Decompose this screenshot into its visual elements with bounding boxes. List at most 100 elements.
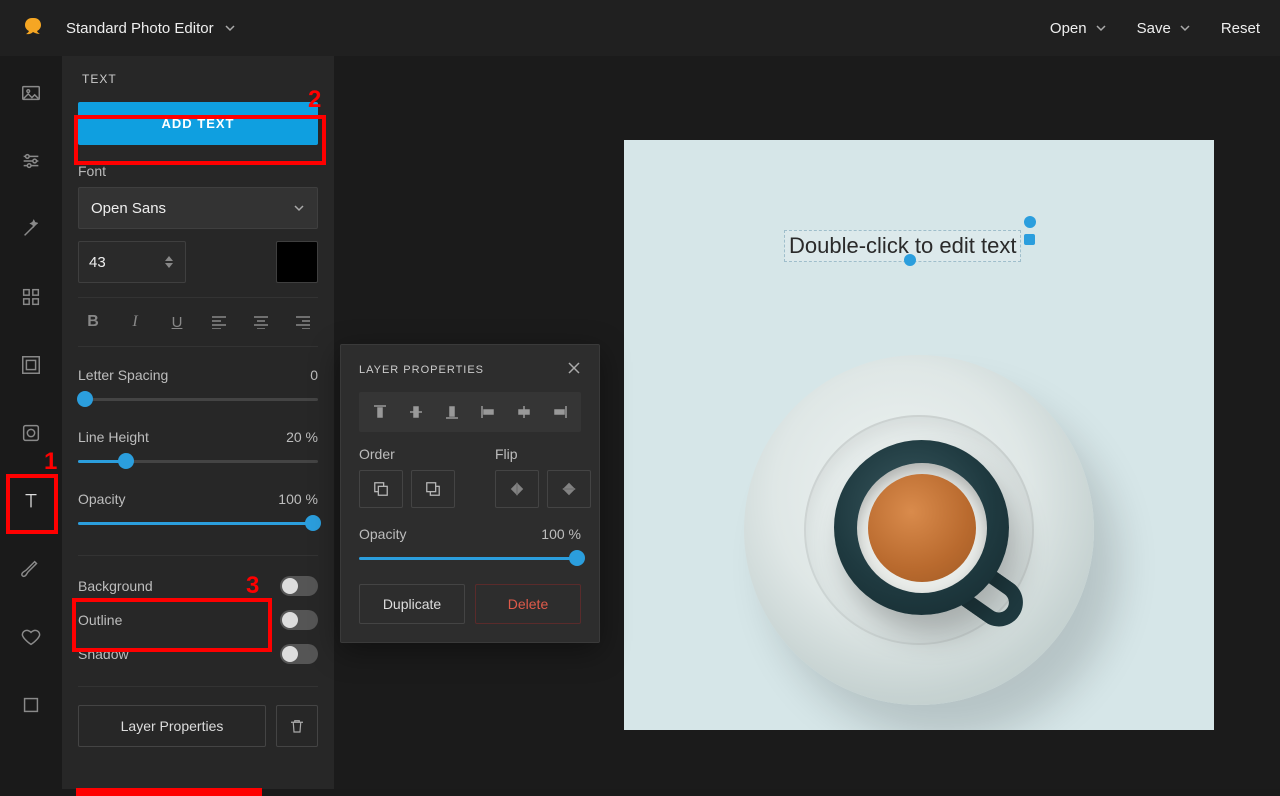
save-menu[interactable]: Save — [1137, 20, 1191, 37]
canvas[interactable]: Double-click to edit text — [624, 140, 1214, 730]
italic-button[interactable]: I — [120, 310, 150, 334]
trash-icon — [288, 717, 306, 735]
tool-overlay[interactable] — [12, 414, 50, 452]
tool-image[interactable] — [12, 74, 50, 112]
app-title-dropdown[interactable]: Standard Photo Editor — [66, 20, 236, 37]
shadow-label: Shadow — [78, 646, 129, 662]
overlay-icon — [20, 422, 42, 444]
reset-button[interactable]: Reset — [1221, 20, 1260, 37]
delete-button[interactable]: Delete — [475, 584, 581, 624]
heart-icon — [20, 626, 42, 648]
tool-favorites[interactable] — [12, 618, 50, 656]
reset-label: Reset — [1221, 20, 1260, 37]
annotation-box-3-final — [76, 788, 262, 796]
tool-draw[interactable] — [12, 550, 50, 588]
align-right-icon — [295, 315, 311, 329]
align-top-button[interactable] — [369, 402, 391, 422]
tool-frame[interactable] — [12, 346, 50, 384]
letter-spacing-slider[interactable] — [78, 389, 318, 409]
order-label: Order — [359, 446, 455, 462]
bold-button[interactable]: B — [78, 310, 108, 334]
align-left-button[interactable] — [204, 310, 234, 334]
flip-label: Flip — [495, 446, 591, 462]
align-left-icon — [211, 315, 227, 329]
align-row — [359, 392, 581, 432]
save-label: Save — [1137, 20, 1171, 37]
brush-icon — [20, 558, 42, 580]
open-menu[interactable]: Open — [1050, 20, 1107, 37]
align-vcenter-button[interactable] — [405, 402, 427, 422]
flip-vertical-button[interactable] — [547, 470, 591, 508]
stepper-icon — [165, 248, 179, 276]
image-icon — [20, 82, 42, 104]
layer-properties-heading: LAYER PROPERTIES — [359, 364, 484, 376]
delete-layer-button[interactable] — [276, 705, 318, 747]
tool-elements[interactable] — [12, 278, 50, 316]
outline-toggle[interactable] — [280, 610, 318, 630]
align-center-button[interactable] — [246, 310, 276, 334]
tool-layers[interactable] — [12, 686, 50, 724]
order-back-button[interactable] — [359, 470, 403, 508]
color-swatch[interactable] — [276, 241, 318, 283]
text-layer[interactable]: Double-click to edit text — [784, 230, 1021, 262]
background-toggle[interactable] — [280, 576, 318, 596]
tool-text[interactable] — [12, 482, 50, 520]
layer-opacity-label: Opacity — [359, 526, 406, 542]
shadow-toggle[interactable] — [280, 644, 318, 664]
chevron-down-icon — [1179, 22, 1191, 34]
tool-adjust[interactable] — [12, 142, 50, 180]
outline-label: Outline — [78, 612, 122, 628]
opacity-value: 100 % — [278, 491, 318, 507]
letter-spacing-label: Letter Spacing — [78, 367, 168, 383]
flip-v-icon — [561, 481, 577, 497]
anchor-handle-icon[interactable] — [904, 254, 916, 266]
align-hcenter-button[interactable] — [513, 402, 535, 422]
chevron-down-icon — [224, 22, 236, 34]
panel-heading: TEXT — [62, 56, 334, 96]
app-title-text: Standard Photo Editor — [66, 20, 214, 37]
left-tool-rail — [0, 56, 62, 789]
resize-handle-icon[interactable] — [1024, 234, 1035, 245]
font-size-value: 43 — [89, 254, 106, 271]
flip-horizontal-button[interactable] — [495, 470, 539, 508]
close-button[interactable] — [567, 361, 581, 378]
align-left-layer-button[interactable] — [477, 402, 499, 422]
letter-spacing-value: 0 — [310, 367, 318, 383]
frame-icon — [20, 354, 42, 376]
align-bottom-button[interactable] — [441, 402, 463, 422]
chevron-down-icon — [293, 202, 305, 214]
line-height-label: Line Height — [78, 429, 149, 445]
chevron-down-icon — [1095, 22, 1107, 34]
background-label: Background — [78, 578, 153, 594]
image-cup — [834, 440, 1009, 615]
align-right-layer-button[interactable] — [549, 402, 571, 422]
format-bar: B I U — [78, 297, 318, 347]
tool-effects[interactable] — [12, 210, 50, 248]
layer-properties-button[interactable]: Layer Properties — [78, 705, 266, 747]
bring-front-icon — [425, 481, 441, 497]
font-size-input[interactable]: 43 — [78, 241, 186, 283]
line-height-slider[interactable] — [78, 451, 318, 471]
square-icon — [20, 694, 42, 716]
top-actions: Open Save Reset — [1050, 20, 1260, 37]
duplicate-button[interactable]: Duplicate — [359, 584, 465, 624]
layer-properties-popup: LAYER PROPERTIES Order Flip — [340, 344, 600, 643]
app-logo-icon — [20, 16, 44, 40]
line-height-value: 20 % — [286, 429, 318, 445]
text-panel: TEXT ADD TEXT Font Open Sans 43 B I U — [62, 56, 334, 789]
align-right-button[interactable] — [288, 310, 318, 334]
text-layer-content: Double-click to edit text — [789, 233, 1016, 258]
font-label: Font — [78, 163, 318, 179]
add-text-button[interactable]: ADD TEXT — [78, 102, 318, 145]
grid-icon — [20, 286, 42, 308]
font-select[interactable]: Open Sans — [78, 187, 318, 229]
close-icon — [567, 361, 581, 375]
layer-opacity-slider[interactable] — [359, 548, 581, 568]
send-back-icon — [373, 481, 389, 497]
opacity-slider[interactable] — [78, 513, 318, 533]
underline-button[interactable]: U — [162, 310, 192, 334]
flip-h-icon — [509, 481, 525, 497]
order-front-button[interactable] — [411, 470, 455, 508]
sliders-icon — [20, 150, 42, 172]
rotate-handle-icon[interactable] — [1024, 216, 1036, 228]
